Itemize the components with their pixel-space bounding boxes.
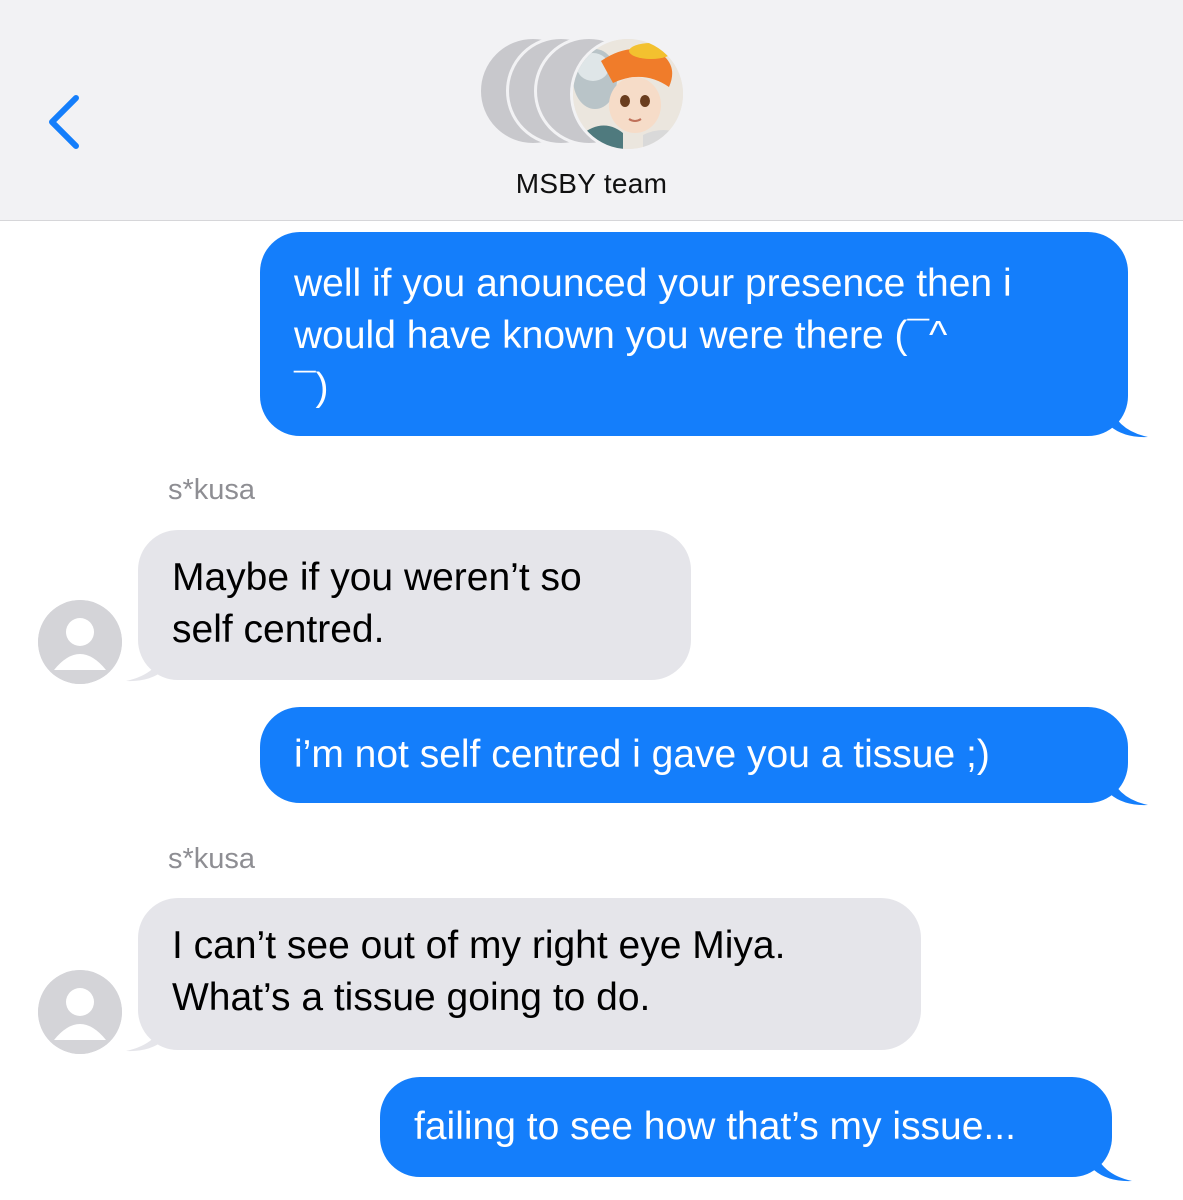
person-icon bbox=[38, 600, 122, 684]
outgoing-message[interactable]: well if you anounced your presence then … bbox=[260, 232, 1128, 436]
bubble-tail bbox=[1110, 404, 1148, 438]
group-avatar-stack[interactable] bbox=[478, 36, 708, 152]
bubble-tail bbox=[1110, 772, 1148, 806]
sender-name: s*kusa bbox=[168, 474, 256, 506]
back-button[interactable] bbox=[40, 92, 90, 152]
bubble-tail bbox=[126, 1020, 164, 1052]
incoming-message[interactable]: Maybe if you weren’t so self centred. bbox=[138, 530, 691, 680]
bubble-tail bbox=[1094, 1148, 1132, 1182]
sender-avatar[interactable] bbox=[38, 970, 122, 1054]
outgoing-message[interactable]: i’m not self centred i gave you a tissue… bbox=[260, 707, 1128, 803]
member-avatar-photo bbox=[570, 36, 686, 152]
sender-name: s*kusa bbox=[168, 843, 256, 875]
incoming-message[interactable]: I can’t see out of my right eye Miya. Wh… bbox=[138, 898, 921, 1050]
bubble-tail bbox=[126, 650, 164, 682]
conversation-header: MSBY team bbox=[0, 0, 1183, 221]
conversation-title[interactable]: MSBY team bbox=[0, 168, 1183, 200]
outgoing-message[interactable]: failing to see how that’s my issue... bbox=[380, 1077, 1112, 1177]
sender-avatar[interactable] bbox=[38, 600, 122, 684]
chevron-left-icon bbox=[49, 95, 79, 149]
person-icon bbox=[38, 970, 122, 1054]
